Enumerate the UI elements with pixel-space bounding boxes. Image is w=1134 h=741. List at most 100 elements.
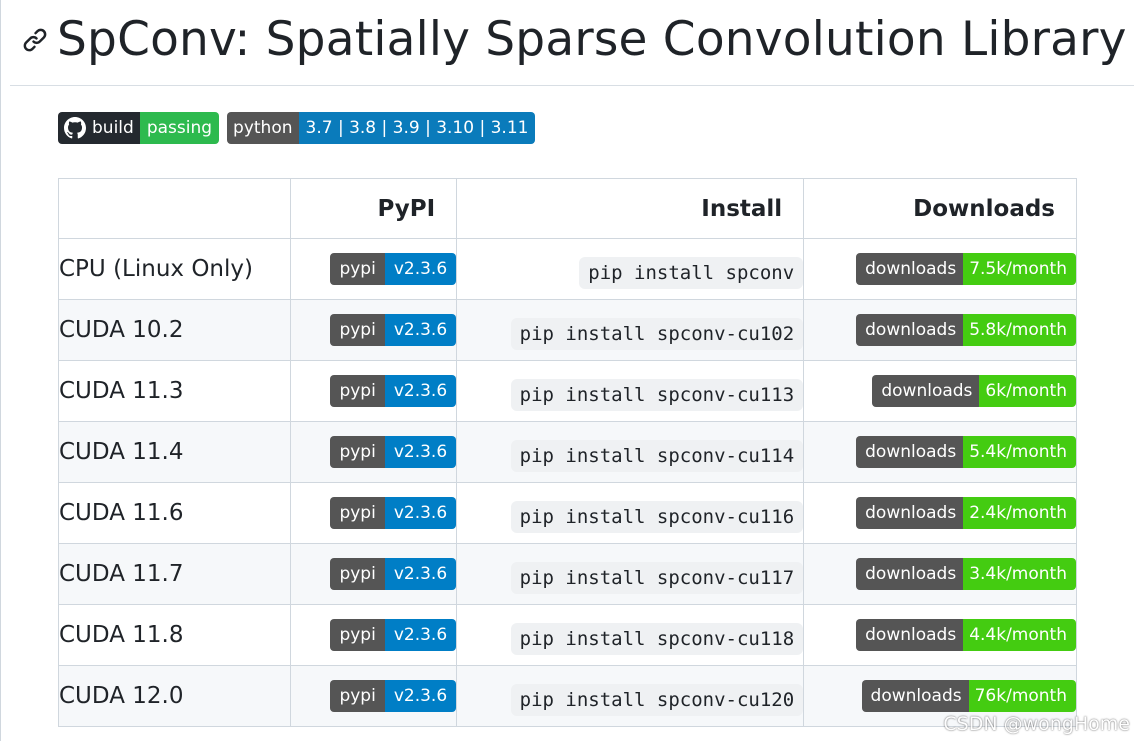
table-row: CUDA 11.3 pypi v2.3.6 pip install spconv-cu… [58, 360, 1077, 422]
left-border [0, 0, 1, 741]
pypi-version-badge[interactable]: pypi v2.3.6 [330, 253, 457, 285]
pypi-badge-version: v2.3.6 [384, 253, 457, 285]
install-command[interactable]: pip install spconv-cu114 [510, 440, 804, 472]
table-row: CUDA 12.0 pypi v2.3.6 pip install spconv-cu… [58, 665, 1077, 727]
header-downloads: Downloads [803, 178, 1077, 239]
row-label: CUDA 11.3 [58, 360, 291, 422]
downloads-badge-value: 2.4k/month [963, 497, 1076, 529]
table-row: CUDA 11.6 pypi v2.3.6 pip install spconv-cu… [58, 482, 1077, 544]
link-icon[interactable] [22, 27, 48, 53]
python-badge-label: python [227, 112, 299, 144]
table-header-row: PyPI Install Downloads [58, 178, 1077, 239]
downloads-badge[interactable]: downloads 76k/month [861, 680, 1076, 712]
pypi-badge-label: pypi [330, 314, 385, 346]
pypi-badge-label: pypi [330, 375, 385, 407]
table-row: CUDA 10.2 pypi v2.3.6 pip install spconv-cu… [58, 299, 1077, 361]
install-command[interactable]: pip install spconv-cu120 [510, 684, 804, 716]
pypi-version-badge[interactable]: pypi v2.3.6 [330, 558, 457, 590]
pypi-version-badge[interactable]: pypi v2.3.6 [330, 497, 457, 529]
downloads-badge[interactable]: downloads 5.8k/month [856, 314, 1076, 346]
pypi-cell: pypi v2.3.6 [289, 482, 458, 544]
install-matrix-table: PyPI Install Downloads CPU (Linux Only) p… [58, 178, 1077, 727]
build-status: passing [139, 112, 220, 144]
downloads-badge-value: 4.4k/month [963, 619, 1076, 651]
build-badge[interactable]: build passing [58, 112, 220, 144]
downloads-cell: downloads 5.8k/month [803, 299, 1077, 361]
downloads-badge[interactable]: downloads 6k/month [872, 375, 1076, 407]
downloads-badge-label: downloads [856, 558, 964, 590]
downloads-badge-label: downloads [856, 497, 964, 529]
downloads-cell: downloads 6k/month [803, 360, 1077, 422]
pypi-version-badge[interactable]: pypi v2.3.6 [330, 375, 457, 407]
pypi-cell: pypi v2.3.6 [289, 299, 458, 361]
downloads-badge-label: downloads [856, 253, 964, 285]
downloads-badge-label: downloads [861, 680, 969, 712]
install-command[interactable]: pip install spconv-cu117 [510, 562, 804, 594]
python-badge[interactable]: python 3.7 | 3.8 | 3.9 | 3.10 | 3.11 [227, 112, 536, 144]
downloads-badge[interactable]: downloads 4.4k/month [856, 619, 1076, 651]
downloads-badge[interactable]: downloads 2.4k/month [856, 497, 1076, 529]
install-cell: pip install spconv-cu116 [456, 482, 805, 544]
downloads-cell: downloads 2.4k/month [803, 482, 1077, 544]
install-cell: pip install spconv-cu117 [456, 543, 805, 605]
pypi-badge-version: v2.3.6 [384, 619, 457, 651]
downloads-badge-value: 7.5k/month [963, 253, 1076, 285]
pypi-cell: pypi v2.3.6 [289, 543, 458, 605]
pypi-badge-version: v2.3.6 [384, 314, 457, 346]
downloads-badge-value: 76k/month [968, 680, 1076, 712]
downloads-cell: downloads 4.4k/month [803, 604, 1077, 666]
downloads-badge-value: 5.8k/month [963, 314, 1076, 346]
downloads-badge[interactable]: downloads 7.5k/month [856, 253, 1076, 285]
python-versions: 3.7 | 3.8 | 3.9 | 3.10 | 3.11 [298, 112, 536, 144]
downloads-cell: downloads 7.5k/month [803, 238, 1077, 300]
pypi-badge-version: v2.3.6 [384, 558, 457, 590]
table-row: CUDA 11.4 pypi v2.3.6 pip install spconv-cu… [58, 421, 1077, 483]
pypi-cell: pypi v2.3.6 [289, 604, 458, 666]
build-badge-label: build [58, 112, 140, 144]
table-row: CUDA 11.8 pypi v2.3.6 pip install spconv-cu… [58, 604, 1077, 666]
install-command[interactable]: pip install spconv-cu116 [510, 501, 804, 533]
watermark: CSDN @wongHome [943, 713, 1130, 735]
row-label: CUDA 11.6 [58, 482, 291, 544]
install-cell: pip install spconv-cu113 [456, 360, 805, 422]
table-row: CUDA 11.7 pypi v2.3.6 pip install spconv-cu… [58, 543, 1077, 605]
row-label: CUDA 12.0 [58, 665, 291, 727]
install-command[interactable]: pip install spconv-cu113 [510, 379, 804, 411]
downloads-badge-value: 5.4k/month [963, 436, 1076, 468]
pypi-version-badge[interactable]: pypi v2.3.6 [330, 314, 457, 346]
install-cell: pip install spconv-cu120 [456, 665, 805, 727]
downloads-cell: downloads 3.4k/month [803, 543, 1077, 605]
downloads-badge-label: downloads [856, 619, 964, 651]
pypi-badge-version: v2.3.6 [384, 680, 457, 712]
downloads-badge-label: downloads [856, 436, 964, 468]
install-command[interactable]: pip install spconv-cu118 [510, 623, 804, 655]
downloads-badge[interactable]: downloads 3.4k/month [856, 558, 1076, 590]
pypi-version-badge[interactable]: pypi v2.3.6 [330, 436, 457, 468]
install-cell: pip install spconv-cu102 [456, 299, 805, 361]
install-cell: pip install spconv-cu114 [456, 421, 805, 483]
downloads-badge-label: downloads [872, 375, 980, 407]
pypi-cell: pypi v2.3.6 [289, 421, 458, 483]
pypi-badge-label: pypi [330, 253, 385, 285]
github-icon [64, 117, 86, 139]
pypi-cell: pypi v2.3.6 [289, 360, 458, 422]
pypi-version-badge[interactable]: pypi v2.3.6 [330, 680, 457, 712]
pypi-badge-label: pypi [330, 497, 385, 529]
table-row: CPU (Linux Only) pypi v2.3.6 pip install sp… [58, 238, 1077, 300]
install-command[interactable]: pip install spconv-cu102 [510, 318, 804, 350]
downloads-badge[interactable]: downloads 5.4k/month [856, 436, 1076, 468]
page-title: SpConv: Spatially Sparse Convolution Lib… [57, 12, 1127, 67]
pypi-version-badge[interactable]: pypi v2.3.6 [330, 619, 457, 651]
header-blank [58, 178, 291, 239]
pypi-badge-label: pypi [330, 558, 385, 590]
pypi-badge-label: pypi [330, 619, 385, 651]
downloads-badge-label: downloads [856, 314, 964, 346]
row-label: CUDA 11.7 [58, 543, 291, 605]
pypi-badge-version: v2.3.6 [384, 375, 457, 407]
pypi-cell: pypi v2.3.6 [289, 238, 458, 300]
pypi-badge-label: pypi [330, 436, 385, 468]
install-command[interactable]: pip install spconv [579, 257, 804, 289]
pypi-badge-version: v2.3.6 [384, 497, 457, 529]
install-cell: pip install spconv [456, 238, 805, 300]
downloads-badge-value: 6k/month [979, 375, 1076, 407]
